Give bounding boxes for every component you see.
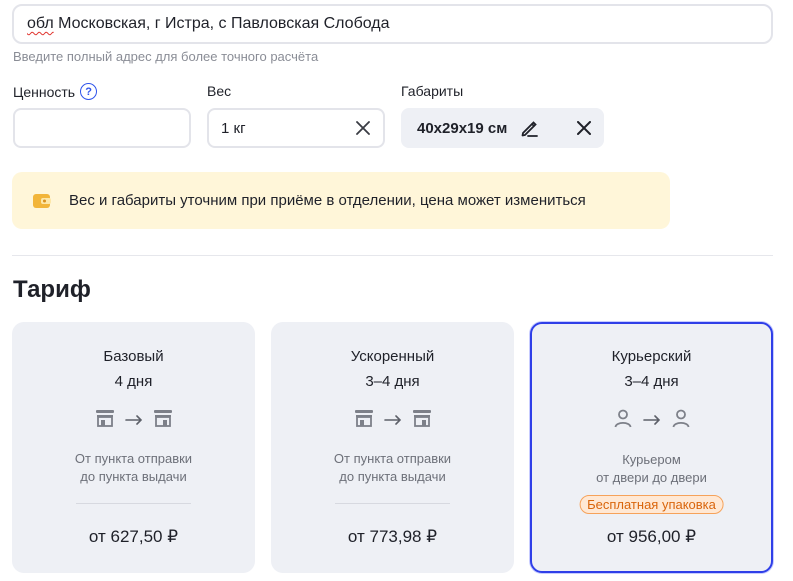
- tariff-description: От пункта отправки до пункта выдачи: [271, 450, 514, 486]
- tariff-card-express[interactable]: Ускоренный 3–4 дня От пункта отправки до…: [271, 322, 514, 573]
- value-input[interactable]: [13, 108, 191, 148]
- free-packaging-badge: Бесплатная упаковка: [579, 495, 724, 514]
- tariff-desc-line: От пункта отправки: [333, 451, 452, 466]
- tariff-name: Курьерский: [611, 348, 692, 365]
- pickup-point-icon: [153, 408, 173, 433]
- tariff-desc-line: От пункта отправки: [74, 451, 193, 466]
- notice-banner: Вес и габариты уточним при приёме в отде…: [12, 172, 670, 229]
- section-divider: [12, 255, 773, 256]
- arrow-right-icon: [383, 412, 402, 430]
- value-label: Ценность ?: [13, 83, 98, 100]
- tariff-card-basic[interactable]: Базовый 4 дня От пункта отправки до пунк…: [12, 322, 255, 573]
- help-icon[interactable]: ?: [80, 83, 98, 100]
- tariff-route: [532, 408, 771, 433]
- tariff-description: От пункта отправки до пункта выдачи: [12, 450, 255, 486]
- pencil-icon[interactable]: [519, 118, 539, 138]
- dims-field[interactable]: 40x29x19 см: [401, 108, 604, 148]
- card-divider: [76, 503, 191, 504]
- tariff-price: от 627,50 ₽: [88, 527, 179, 546]
- tariff-route: [271, 408, 514, 433]
- tariff-desc-line: до пункта выдачи: [80, 469, 187, 484]
- address-text: Московская, г Истра, с Павловская Слобод…: [53, 15, 390, 32]
- wallet-icon: [32, 193, 52, 209]
- tariff-card-courier[interactable]: Курьерский 3–4 дня Курьером от двери до …: [530, 322, 773, 573]
- tariff-desc-line: Курьером: [622, 452, 681, 467]
- dims-label: Габариты: [401, 83, 464, 99]
- pickup-point-icon: [354, 408, 374, 433]
- person-icon: [671, 408, 691, 433]
- weight-label: Вес: [207, 83, 232, 99]
- arrow-right-icon: [642, 412, 661, 430]
- weight-input[interactable]: 1 кг: [207, 108, 385, 148]
- tariff-desc-line: от двери до двери: [596, 470, 707, 485]
- weight-input-text: 1 кг: [221, 119, 246, 137]
- value-label-text: Ценность: [13, 83, 76, 100]
- pickup-point-icon: [412, 408, 432, 433]
- tariff-days: 3–4 дня: [624, 373, 679, 390]
- notice-text: Вес и габариты уточним при приёме в отде…: [69, 192, 586, 209]
- close-icon[interactable]: [355, 120, 371, 136]
- tariff-price: от 773,98 ₽: [347, 527, 438, 546]
- card-divider: [335, 503, 450, 504]
- tariff-price: от 956,00 ₽: [606, 527, 697, 546]
- pickup-point-icon: [95, 408, 115, 433]
- tariff-route: [12, 408, 255, 433]
- address-input[interactable]: обл Московская, г Истра, с Павловская Сл…: [12, 4, 773, 44]
- arrow-right-icon: [124, 412, 143, 430]
- close-icon[interactable]: [576, 120, 592, 136]
- tariff-desc-line: до пункта выдачи: [339, 469, 446, 484]
- address-hint: Введите полный адрес для более точного р…: [13, 49, 319, 64]
- address-spellcheck-word: обл: [27, 15, 54, 32]
- tariff-days: 4 дня: [114, 373, 153, 390]
- dims-value: 40x29x19 см: [417, 119, 508, 137]
- tariff-name: Базовый: [103, 348, 164, 365]
- tariff-description: Курьером от двери до двери: [532, 451, 771, 487]
- person-icon: [613, 408, 633, 433]
- tariff-name: Ускоренный: [350, 348, 435, 365]
- tariff-days: 3–4 дня: [365, 373, 420, 390]
- tariff-title: Тариф: [13, 276, 91, 303]
